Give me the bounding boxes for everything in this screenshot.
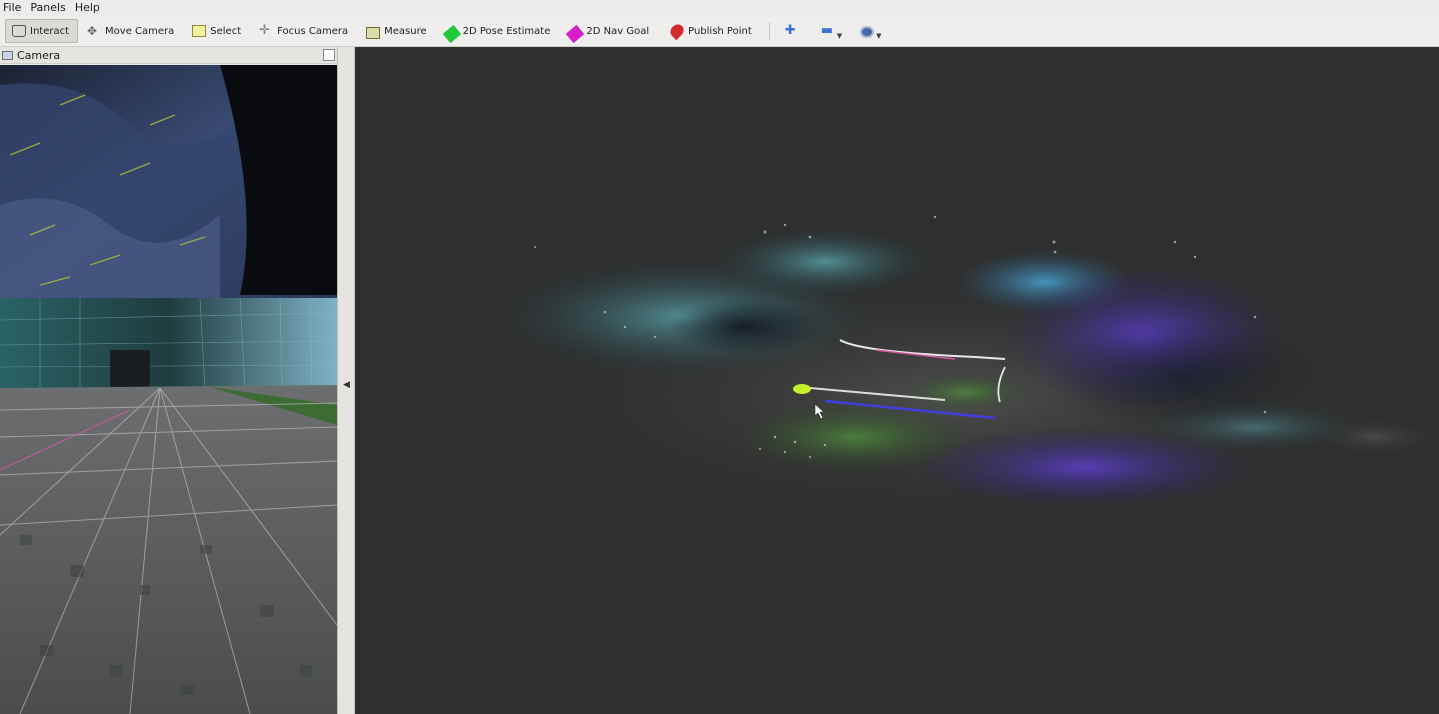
panel-splitter[interactable]: ◀ [339,47,355,714]
interact-tool-button[interactable]: Interact [5,19,79,43]
measure-tool-button[interactable]: Measure [359,19,436,43]
focus-camera-tool-button[interactable]: ✛ Focus Camera [252,19,357,43]
green-arrow-icon [442,24,461,43]
3d-render-viewport[interactable] [355,47,1439,714]
publish-point-label: Publish Point [688,25,752,37]
camera-type-button[interactable]: ▼ [853,19,890,43]
menu-bar: File Panels Help [0,0,1439,16]
dropdown-arrow-icon: ▼ [836,32,843,40]
menu-file[interactable]: File [0,0,26,16]
camera-image-view[interactable] [0,65,337,714]
pose-estimate-tool-button[interactable]: 2D Pose Estimate [438,19,560,43]
panel-icon [2,50,13,60]
dropdown-arrow-icon: ▼ [876,32,882,40]
menu-panels[interactable]: Panels [26,0,70,16]
interact-label: Interact [30,25,70,37]
remove-tool-button[interactable]: ▬ ▼ [814,19,851,43]
undock-button[interactable] [323,49,335,61]
pose-estimate-label: 2D Pose Estimate [462,25,551,37]
robot-marker [793,384,811,394]
select-tool-button[interactable]: Select [185,19,250,43]
move-camera-label: Move Camera [105,25,175,37]
menu-help[interactable]: Help [71,0,105,16]
move-camera-tool-button[interactable]: ✥ Move Camera [80,19,183,43]
nav-goal-label: 2D Nav Goal [586,25,650,37]
magenta-arrow-icon [566,24,585,43]
ruler-icon [366,26,381,39]
move-arrows-icon: ✥ [87,24,98,38]
camera-panel-header: Camera [0,47,337,64]
crosshair-icon: ✛ [259,23,271,38]
plus-icon: ✚ [784,23,796,38]
map-pin-icon [667,21,687,41]
add-tool-button[interactable]: ✚ [778,19,812,43]
collapse-arrow-icon[interactable]: ◀ [343,380,350,390]
nav-goal-tool-button[interactable]: 2D Nav Goal [561,19,658,43]
hand-icon [12,25,26,37]
minus-icon: ▬ [820,23,834,38]
camera-icon [860,26,875,38]
camera-panel: Camera [0,47,338,714]
camera-image [0,65,337,714]
measure-label: Measure [384,25,427,37]
focus-camera-label: Focus Camera [277,25,349,37]
publish-point-tool-button[interactable]: Publish Point [660,19,761,43]
tool-toolbar: Interact ✥ Move Camera Select ✛ Focus Ca… [0,16,1439,47]
select-rectangle-icon [192,25,207,37]
toolbar-separator [768,22,770,40]
select-label: Select [210,25,242,37]
point-cloud-map [495,215,1435,517]
camera-panel-title: Camera [17,48,61,62]
